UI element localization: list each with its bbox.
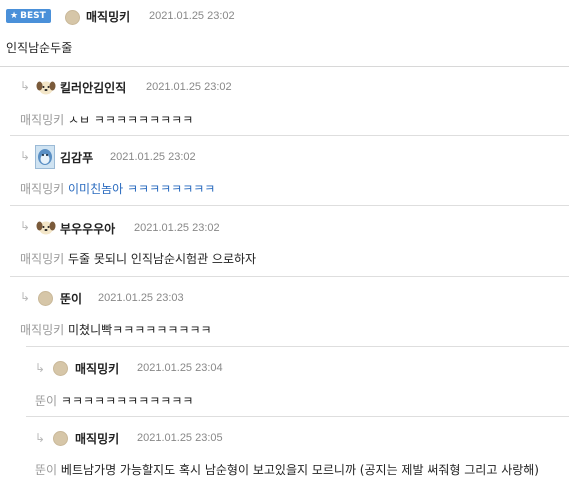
reply-date: 2021.01.25 23:04 bbox=[137, 362, 223, 374]
reply-body: ㅅㅂ ㅋㅋㅋㅋㅋㅋㅋㅋㅋ bbox=[68, 113, 194, 127]
reply-mention[interactable]: 매직밍키 bbox=[20, 182, 64, 196]
star-icon: ★ bbox=[10, 11, 19, 21]
reply-body: 이미친놈아 ㅋㅋㅋㅋㅋㅋㅋㅋ bbox=[68, 182, 216, 196]
comment-nickname[interactable]: 매직밍키 bbox=[86, 8, 130, 25]
best-comment: ★ BEST 매직밍키 2021.01.25 23:02 인직남순두줄 bbox=[0, 0, 569, 67]
reply-divider bbox=[10, 205, 569, 206]
puppy-avatar[interactable] bbox=[36, 218, 56, 236]
reply-arrow-icon: ↳ bbox=[20, 149, 31, 163]
puppy-avatar[interactable] bbox=[36, 78, 56, 96]
default-avatar[interactable] bbox=[65, 10, 80, 25]
reply-nickname[interactable]: 김감푸 bbox=[60, 149, 93, 166]
reply-arrow-icon: ↳ bbox=[20, 219, 31, 233]
reply-nickname[interactable]: 매직밍키 bbox=[75, 430, 119, 447]
default-avatar[interactable] bbox=[38, 291, 53, 306]
reply-date: 2021.01.25 23:05 bbox=[137, 432, 223, 444]
reply-divider bbox=[26, 346, 569, 347]
reply-arrow-icon: ↳ bbox=[20, 79, 31, 93]
reply-divider bbox=[10, 135, 569, 136]
reply-nickname[interactable]: 매직밍키 bbox=[75, 360, 119, 377]
reply-nickname[interactable]: 부우우우아 bbox=[60, 220, 115, 237]
reply-body: 두줄 못되니 인직남순시험관 으로하자 bbox=[68, 252, 257, 266]
reply-mention[interactable]: 뚠이 bbox=[35, 394, 57, 408]
reply-arrow-icon: ↳ bbox=[35, 431, 46, 445]
best-badge: ★ BEST bbox=[6, 9, 51, 23]
reply-mention[interactable]: 매직밍키 bbox=[20, 252, 64, 266]
comment-date: 2021.01.25 23:02 bbox=[149, 10, 235, 22]
reply-body: ㅋㅋㅋㅋㅋㅋㅋㅋㅋㅋㅋㅋ bbox=[60, 394, 194, 408]
default-avatar[interactable] bbox=[53, 361, 68, 376]
reply-nickname[interactable]: 킬러안김인직 bbox=[60, 79, 126, 96]
reply-arrow-icon: ↳ bbox=[20, 290, 31, 304]
comment-body: 인직남순두줄 bbox=[6, 41, 73, 55]
reply-divider bbox=[10, 276, 569, 277]
reply-divider bbox=[26, 416, 569, 417]
reply-mention[interactable]: 매직밍키 bbox=[20, 113, 64, 127]
reply-date: 2021.01.25 23:03 bbox=[98, 292, 184, 304]
reply-date: 2021.01.25 23:02 bbox=[146, 81, 232, 93]
reply-body: 미쳤니빡ㅋㅋㅋㅋㅋㅋㅋㅋㅋ bbox=[68, 323, 212, 337]
reply-date: 2021.01.25 23:02 bbox=[134, 222, 220, 234]
reply-body: 베트남가명 가능할지도 혹시 남순형이 보고있을지 모르니까 (공지는 제발 써… bbox=[60, 463, 539, 477]
reply-mention[interactable]: 매직밍키 bbox=[20, 323, 64, 337]
blue-character-avatar[interactable] bbox=[35, 145, 55, 169]
reply-mention[interactable]: 뚠이 bbox=[35, 463, 57, 477]
reply-arrow-icon: ↳ bbox=[35, 361, 46, 375]
reply-nickname[interactable]: 뚠이 bbox=[60, 290, 82, 307]
default-avatar[interactable] bbox=[53, 431, 68, 446]
best-badge-label: BEST bbox=[20, 11, 46, 21]
reply-date: 2021.01.25 23:02 bbox=[110, 151, 196, 163]
